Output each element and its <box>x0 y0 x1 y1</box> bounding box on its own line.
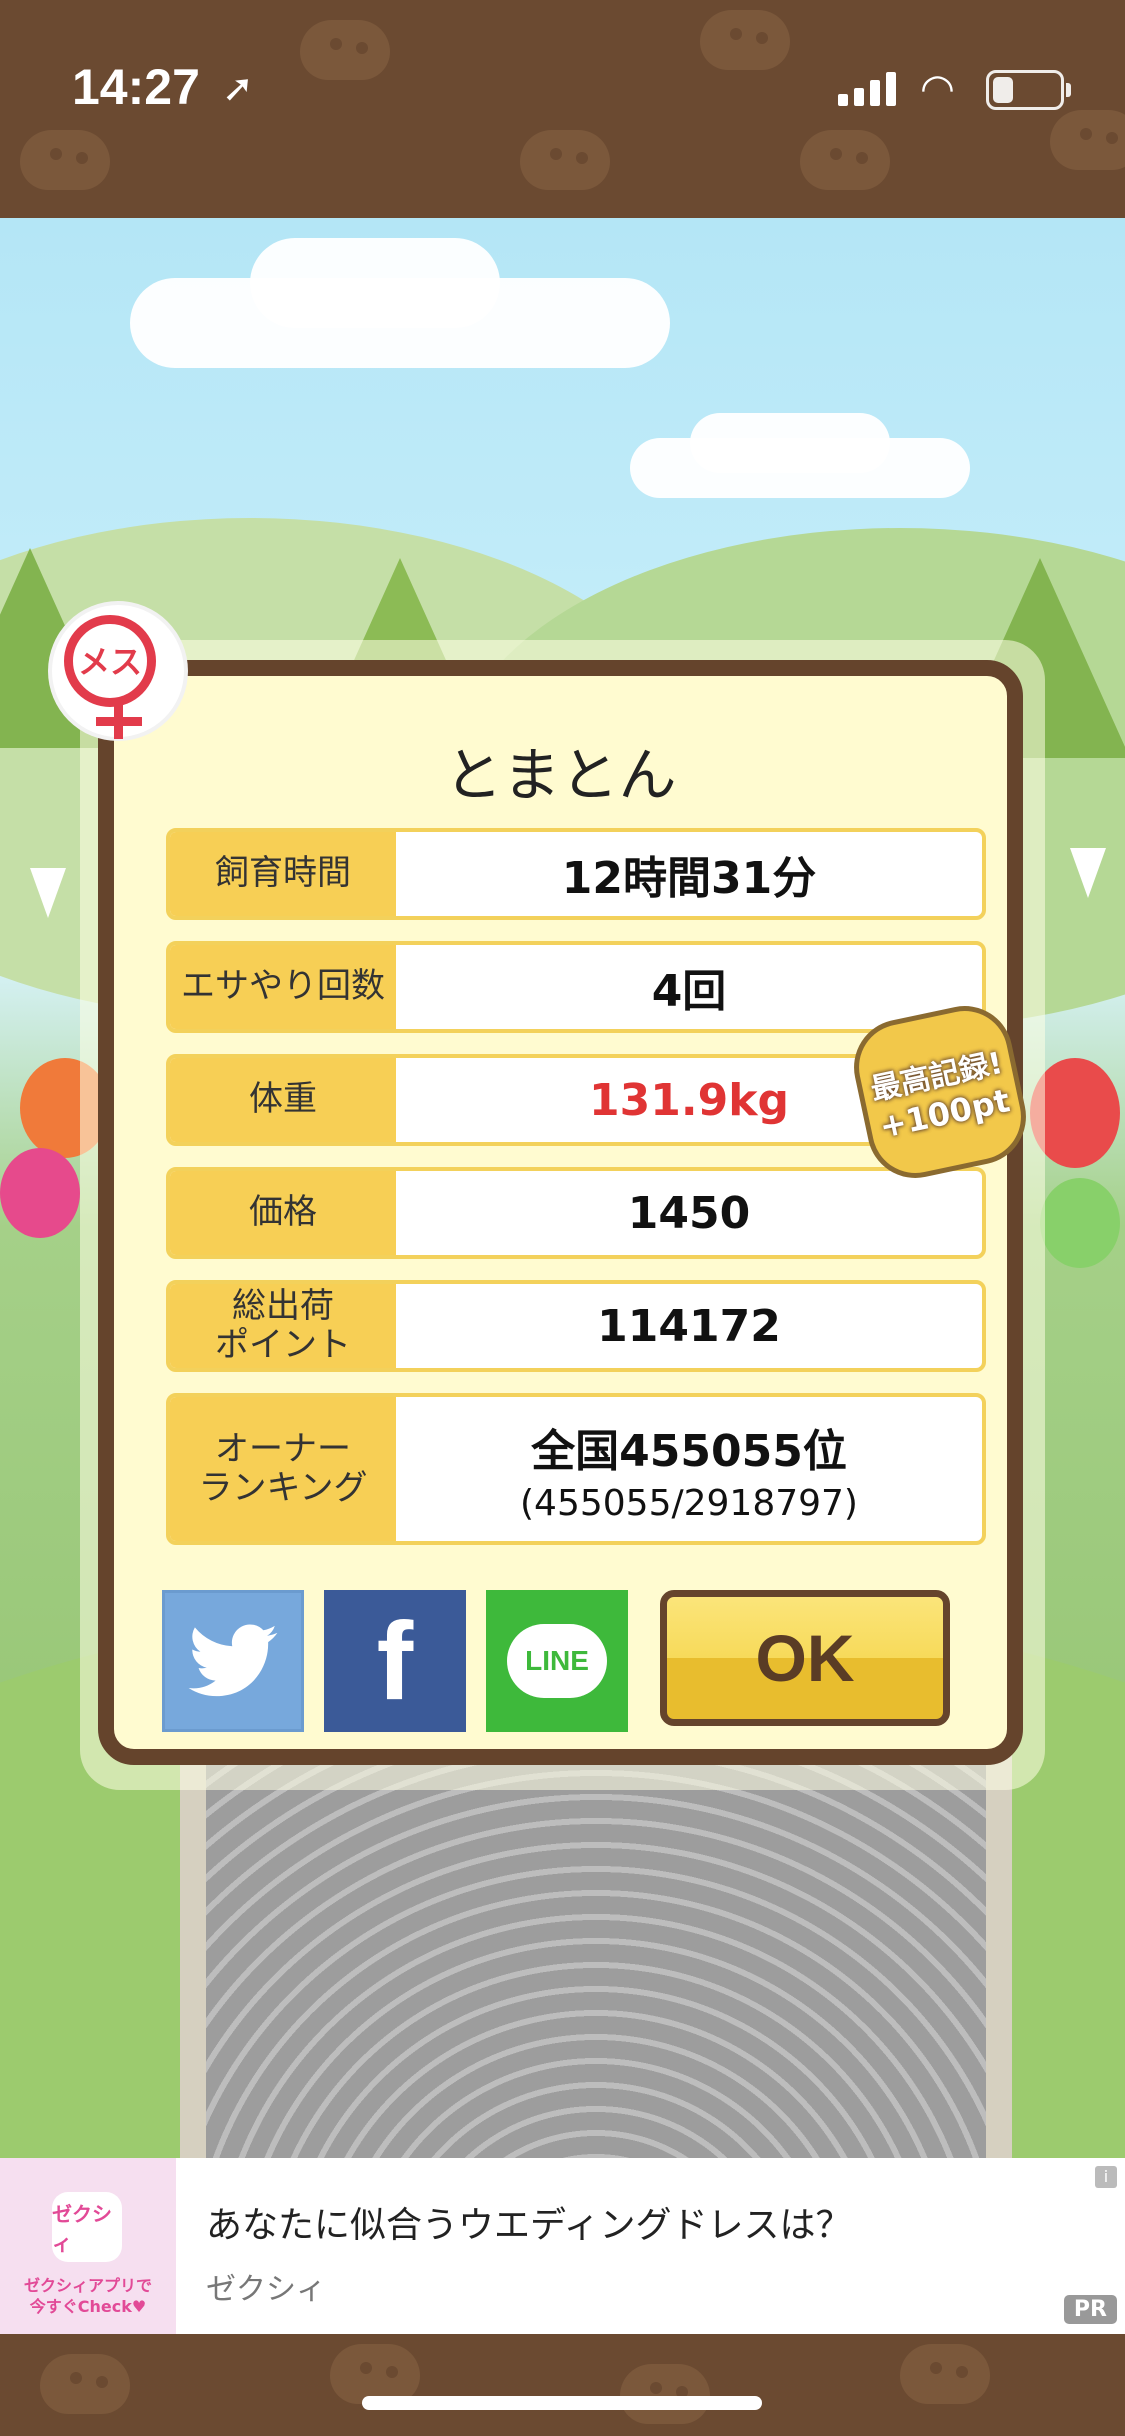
row-owner-ranking: オーナー ランキング 全国455055位 (455055/2918797) <box>166 1393 986 1545</box>
facebook-icon: f <box>376 1599 414 1723</box>
balloon <box>1040 1178 1120 1268</box>
pennant-flag <box>30 868 66 918</box>
ranking-main: 全国455055位 <box>531 1425 847 1477</box>
row-value: 114172 <box>597 1300 781 1352</box>
ranking-detail: (455055/2918797) <box>520 1482 858 1524</box>
row-label: 体重 <box>170 1058 396 1142</box>
line-icon: LINE <box>507 1624 607 1698</box>
cellular-signal-icon <box>838 70 896 106</box>
twitter-share-button[interactable] <box>162 1590 304 1732</box>
row-value: 全国455055位 (455055/2918797) <box>396 1397 982 1541</box>
row-raising-time: 飼育時間 12時間31分 <box>166 828 986 920</box>
gender-label: メス <box>78 643 143 681</box>
cloud <box>690 413 890 473</box>
ad-title[interactable]: あなたに似合うウエディングドレスは？ <box>206 2196 851 2248</box>
cloud <box>250 238 500 328</box>
wifi-icon: ◠ <box>920 66 955 112</box>
row-price: 価格 1450 <box>166 1167 986 1259</box>
result-dialog: とまとん 飼育時間 12時間31分 エサやり回数 4回 体重 131.9kg 価… <box>98 660 1023 1765</box>
status-time: 14:27 <box>72 59 200 115</box>
row-label: 飼育時間 <box>170 832 396 916</box>
pennant-flag <box>1070 848 1106 898</box>
row-label: 価格 <box>170 1171 396 1255</box>
ad-pr-badge: PR <box>1063 2295 1117 2324</box>
row-label: オーナー ランキング <box>170 1397 396 1541</box>
bottom-pattern-bar <box>0 2334 1125 2436</box>
ok-button[interactable]: OK <box>660 1590 950 1726</box>
balloon <box>0 1148 80 1238</box>
row-label: エサやり回数 <box>170 945 396 1029</box>
ad-banner[interactable]: ゼクシィ ゼクシィアプリで 今すぐCheck♥ あなたに似合うウエディングドレス… <box>0 2158 1125 2334</box>
battery-low-icon <box>986 70 1071 110</box>
row-label: 総出荷 ポイント <box>170 1284 396 1368</box>
zexy-app-icon: ゼクシィ <box>52 2192 122 2262</box>
ad-advertiser: ゼクシィ <box>206 2272 326 2307</box>
ad-info-icon[interactable]: i <box>1095 2166 1117 2188</box>
row-value: 12時間31分 <box>561 853 817 904</box>
row-total-points: 総出荷 ポイント 114172 <box>166 1280 986 1372</box>
location-arrow-icon: ➚ <box>222 66 254 110</box>
status-bar: 14:27 ➚ ◠ <box>0 0 1125 180</box>
line-share-button[interactable]: LINE <box>486 1590 628 1732</box>
facebook-share-button[interactable]: f <box>324 1590 466 1732</box>
row-value: 4回 <box>651 966 727 1017</box>
female-gender-badge: メス <box>52 605 184 739</box>
pig-name: とまとん <box>444 741 677 809</box>
twitter-bird-icon <box>188 1624 278 1697</box>
ad-logo[interactable]: ゼクシィ ゼクシィアプリで 今すぐCheck♥ <box>0 2158 176 2334</box>
ad-logo-caption: ゼクシィアプリで 今すぐCheck♥ <box>23 2276 152 2316</box>
home-indicator[interactable] <box>362 2396 762 2410</box>
row-value: 1450 <box>627 1187 751 1239</box>
row-feed-count: エサやり回数 4回 <box>166 941 986 1033</box>
